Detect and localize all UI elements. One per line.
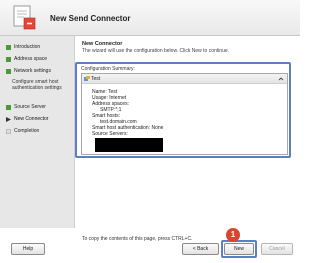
summary-item-name: Test (91, 76, 101, 82)
step-annotation-badge: 1 (226, 228, 240, 242)
summary-line: Source Servers: (92, 131, 128, 137)
configuration-summary-box[interactable]: Test Name: Test Usage: Internet Address … (81, 73, 288, 155)
connector-icon (84, 76, 90, 81)
collapse-icon[interactable] (278, 76, 284, 82)
sidebar-item-label: Completion (14, 128, 40, 134)
wizard-steps-sidebar: Introduction Address space Network setti… (0, 36, 75, 228)
section-description: The wizard will use the configuration be… (82, 48, 230, 54)
summary-label: Configuration Summary: (81, 66, 135, 72)
wizard-title: New Send Connector (50, 14, 131, 23)
back-button[interactable]: < Back (182, 243, 219, 255)
summary-header[interactable]: Test (82, 74, 287, 84)
section-title: New Connector (82, 41, 123, 47)
redacted-source-servers (95, 138, 163, 152)
check-icon (6, 69, 11, 74)
wizard-header: New Send Connector (0, 0, 300, 36)
sidebar-item-label: Network settings (14, 68, 51, 74)
sidebar-item-label: Source Server (14, 104, 46, 110)
arrow-icon (6, 117, 11, 122)
copy-hint: To copy the contents of this page, press… (82, 236, 193, 242)
sidebar-item-label: New Connector (14, 116, 49, 122)
pending-icon (6, 129, 11, 134)
connector-wizard-icon (13, 5, 36, 30)
sidebar-item-label: Address space (14, 56, 48, 62)
new-button[interactable]: New (224, 243, 254, 255)
sidebar-subitem-smart-host-auth[interactable]: Configure smart host authentication sett… (12, 79, 74, 91)
check-icon (6, 57, 11, 62)
sidebar-item-label: Introduction (14, 44, 41, 50)
help-button[interactable]: Help (11, 243, 45, 255)
cancel-button[interactable]: Cancel (261, 243, 293, 255)
check-icon (6, 105, 11, 110)
check-icon (6, 45, 11, 50)
